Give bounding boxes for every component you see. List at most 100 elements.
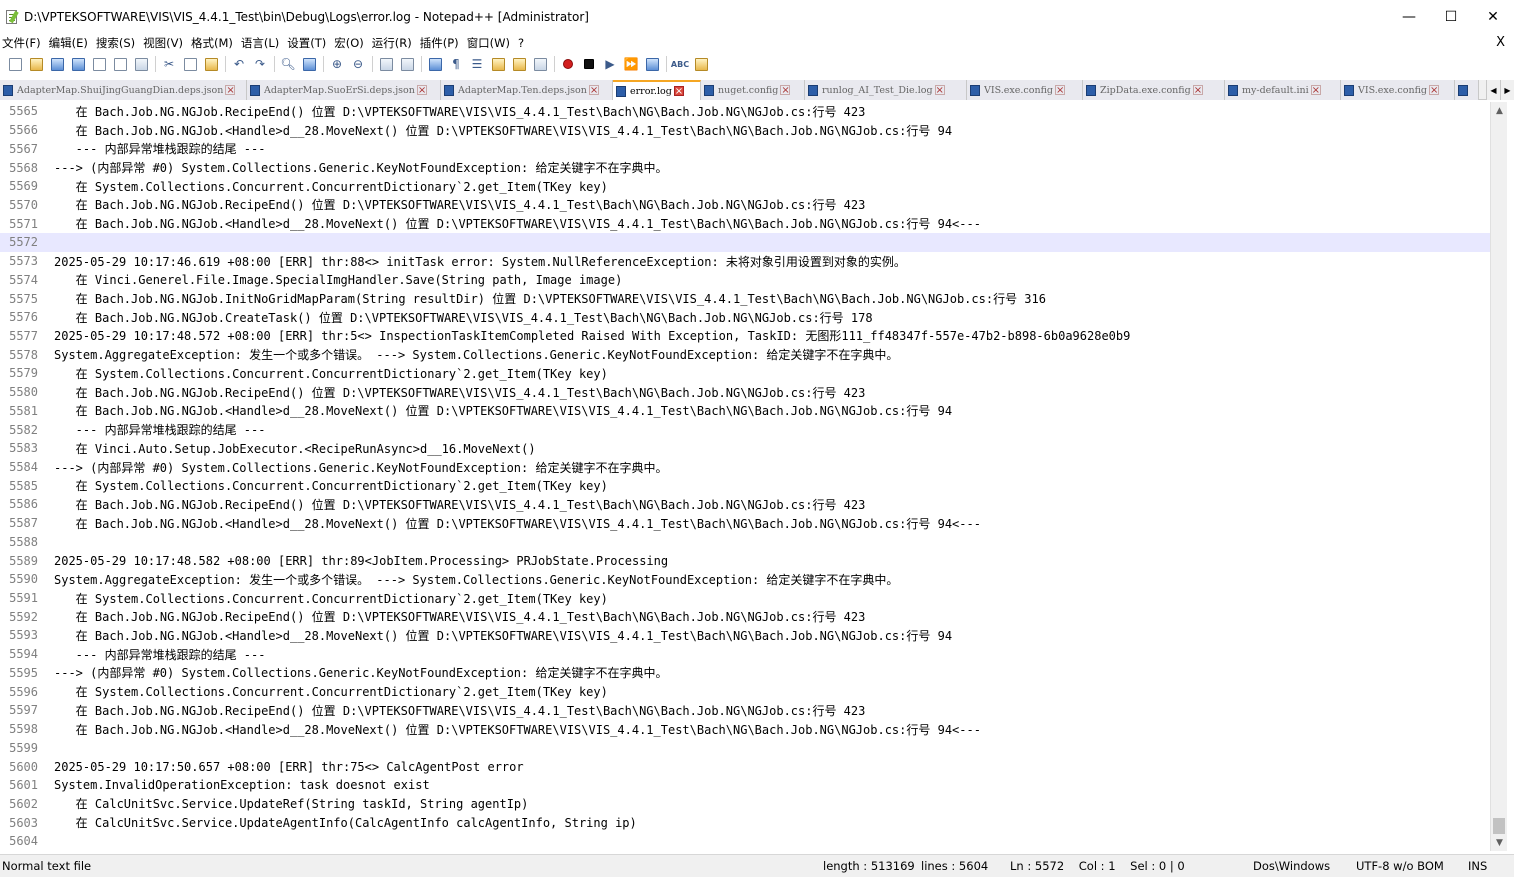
spell-options-icon[interactable] <box>692 55 710 73</box>
tab-error-log[interactable]: error.log × <box>613 80 701 100</box>
line-text[interactable]: 在 Bach.Job.NG.NGJob.<Handle>d__28.MoveNe… <box>54 721 981 738</box>
close-icon[interactable] <box>90 55 108 73</box>
tab-nuget-config[interactable]: nuget.config × <box>701 80 805 100</box>
editor-line[interactable]: 5572 <box>0 233 1494 252</box>
editor-line[interactable]: 5589 2025-05-29 10:17:48.582 +08:00 [ERR]… <box>0 551 1494 570</box>
tab-vis-exe-config-2[interactable]: VIS.exe.config × <box>1341 80 1455 100</box>
editor-line[interactable]: 5595 ---> (内部异常 #0) System.Collections.Ge… <box>0 664 1494 683</box>
spell-check-icon[interactable]: ABC <box>671 55 689 73</box>
scroll-down-icon[interactable]: ▼ <box>1491 834 1508 851</box>
editor-line[interactable]: 5573 2025-05-29 10:17:46.619 +08:00 [ERR]… <box>0 252 1494 271</box>
folder-as-workspace-icon[interactable] <box>489 55 507 73</box>
editor-line[interactable]: 5580 在 Bach.Job.NG.NGJob.RecipeEnd() 位置 … <box>0 383 1494 402</box>
tab-vis-exe-config[interactable]: VIS.exe.config × <box>967 80 1083 100</box>
line-text[interactable]: 2025-05-29 10:17:46.619 +08:00 [ERR] thr… <box>54 253 906 270</box>
minimize-button[interactable]: — <box>1388 0 1430 34</box>
editor-line[interactable]: 5598 在 Bach.Job.NG.NGJob.<Handle>d__28.M… <box>0 720 1494 739</box>
line-text[interactable]: --- 内部异常堆栈跟踪的结尾 --- <box>54 140 266 157</box>
menu-language[interactable]: 语言(L) <box>239 35 285 51</box>
status-insert-mode[interactable]: INS <box>1468 859 1487 873</box>
save-macro-icon[interactable] <box>643 55 661 73</box>
zoom-out-icon[interactable]: ⊖ <box>349 55 367 73</box>
line-text[interactable]: 在 Bach.Job.NG.NGJob.<Handle>d__28.MoveNe… <box>54 402 952 419</box>
editor-line[interactable]: 5582 --- 内部异常堆栈跟踪的结尾 --- <box>0 420 1494 439</box>
line-text[interactable]: 在 Bach.Job.NG.NGJob.RecipeEnd() 位置 D:\VP… <box>54 496 866 513</box>
undo-icon[interactable]: ↶ <box>230 55 248 73</box>
record-macro-icon[interactable] <box>559 55 577 73</box>
find-icon[interactable]: 🔍︎ <box>279 55 297 73</box>
editor-line[interactable]: 5601 System.InvalidOperationException: ta… <box>0 776 1494 795</box>
paste-icon[interactable] <box>202 55 220 73</box>
menu-edit[interactable]: 编辑(E) <box>47 35 94 51</box>
tab-adaptermap-shuijingguangdian[interactable]: AdapterMap.ShuiJingGuangDian.deps.json × <box>0 80 247 100</box>
line-text[interactable]: 在 Bach.Job.NG.NGJob.RecipeEnd() 位置 D:\VP… <box>54 196 866 213</box>
editor-line[interactable]: 5567 --- 内部异常堆栈跟踪的结尾 --- <box>0 139 1494 158</box>
line-text[interactable]: --- 内部异常堆栈跟踪的结尾 --- <box>54 646 266 663</box>
status-encoding[interactable]: UTF-8 w/o BOM <box>1356 859 1444 873</box>
editor-line[interactable]: 5583 在 Vinci.Auto.Setup.JobExecutor.<Rec… <box>0 439 1494 458</box>
tab-overflow[interactable] <box>1455 80 1479 100</box>
line-text[interactable]: 在 Bach.Job.NG.NGJob.RecipeEnd() 位置 D:\VP… <box>54 384 866 401</box>
line-text[interactable]: ---> (内部异常 #0) System.Collections.Generi… <box>54 459 667 476</box>
tab-close-icon[interactable]: × <box>416 85 427 96</box>
tab-close-icon[interactable]: × <box>1310 85 1321 96</box>
editor-line[interactable]: 5596 在 System.Collections.Concurrent.Con… <box>0 682 1494 701</box>
function-list-icon[interactable] <box>510 55 528 73</box>
menu-window[interactable]: 窗口(W) <box>465 35 516 51</box>
line-text[interactable]: 在 Bach.Job.NG.NGJob.InitNoGridMapParam(S… <box>54 290 1046 307</box>
line-text[interactable]: 在 Bach.Job.NG.NGJob.CreateTask() 位置 D:\V… <box>54 309 873 326</box>
indent-guide-icon[interactable]: ☰ <box>468 55 486 73</box>
new-file-icon[interactable] <box>6 55 24 73</box>
tab-adaptermap-ten[interactable]: AdapterMap.Ten.deps.json × <box>441 80 613 100</box>
editor-line[interactable]: 5603 在 CalcUnitSvc.Service.UpdateAgentIn… <box>0 813 1494 832</box>
tab-close-icon[interactable]: × <box>673 86 684 97</box>
print-icon[interactable] <box>132 55 150 73</box>
scrollbar-thumb[interactable] <box>1493 818 1505 834</box>
status-eol[interactable]: Dos\Windows <box>1253 859 1330 873</box>
editor-line[interactable]: 5569 在 System.Collections.Concurrent.Con… <box>0 177 1494 196</box>
maximize-button[interactable]: ☐ <box>1430 0 1472 34</box>
editor-line[interactable]: 5577 2025-05-29 10:17:48.572 +08:00 [ERR]… <box>0 327 1494 346</box>
word-wrap-icon[interactable] <box>426 55 444 73</box>
close-window-button[interactable]: ✕ <box>1472 0 1514 34</box>
line-text[interactable]: 2025-05-29 10:17:48.582 +08:00 [ERR] thr… <box>54 554 668 568</box>
sync-vertical-icon[interactable] <box>377 55 395 73</box>
vertical-scrollbar[interactable]: ▲ ▼ <box>1490 102 1507 851</box>
play-multiple-icon[interactable]: ⏩ <box>622 55 640 73</box>
editor-line[interactable]: 5588 <box>0 533 1494 552</box>
save-all-icon[interactable] <box>69 55 87 73</box>
line-text[interactable]: ---> (内部异常 #0) System.Collections.Generi… <box>54 664 667 681</box>
scroll-up-icon[interactable]: ▲ <box>1491 102 1508 119</box>
editor-line[interactable]: 5585 在 System.Collections.Concurrent.Con… <box>0 476 1494 495</box>
line-text[interactable]: 2025-05-29 10:17:48.572 +08:00 [ERR] thr… <box>54 327 1130 344</box>
copy-icon[interactable] <box>181 55 199 73</box>
tab-zipdata-exe-config[interactable]: ZipData.exe.config × <box>1083 80 1225 100</box>
open-file-icon[interactable] <box>27 55 45 73</box>
editor-line[interactable]: 5584 ---> (内部异常 #0) System.Collections.Ge… <box>0 458 1494 477</box>
editor-line[interactable]: 5590 System.AggregateException: 发生一个或多个错误… <box>0 570 1494 589</box>
stop-record-icon[interactable] <box>580 55 598 73</box>
editor-line[interactable]: 5578 System.AggregateException: 发生一个或多个错误… <box>0 345 1494 364</box>
tab-close-icon[interactable]: × <box>780 85 791 96</box>
editor-line[interactable]: 5579 在 System.Collections.Concurrent.Con… <box>0 364 1494 383</box>
tab-close-icon[interactable]: × <box>1192 85 1203 96</box>
menu-file[interactable]: 文件(F) <box>0 35 47 51</box>
menu-settings[interactable]: 设置(T) <box>285 35 332 51</box>
menu-view[interactable]: 视图(V) <box>141 35 189 51</box>
line-text[interactable]: 在 Bach.Job.NG.NGJob.<Handle>d__28.MoveNe… <box>54 515 981 532</box>
line-text[interactable]: 在 Vinci.Auto.Setup.JobExecutor.<RecipeRu… <box>54 440 536 457</box>
tab-my-default-ini[interactable]: my-default.ini × <box>1225 80 1341 100</box>
cut-icon[interactable]: ✂ <box>160 55 178 73</box>
tab-close-icon[interactable]: × <box>225 85 236 96</box>
editor-line[interactable]: 5586 在 Bach.Job.NG.NGJob.RecipeEnd() 位置 … <box>0 495 1494 514</box>
editor-line[interactable]: 5597 在 Bach.Job.NG.NGJob.RecipeEnd() 位置 … <box>0 701 1494 720</box>
line-text[interactable]: 在 CalcUnitSvc.Service.UpdateAgentInfo(Ca… <box>54 814 637 831</box>
editor-line[interactable]: 5592 在 Bach.Job.NG.NGJob.RecipeEnd() 位置 … <box>0 607 1494 626</box>
line-text[interactable]: 在 System.Collections.Concurrent.Concurre… <box>54 477 608 494</box>
redo-icon[interactable]: ↷ <box>251 55 269 73</box>
editor-line[interactable]: 5575 在 Bach.Job.NG.NGJob.InitNoGridMapPa… <box>0 289 1494 308</box>
line-text[interactable]: 在 Bach.Job.NG.NGJob.RecipeEnd() 位置 D:\VP… <box>54 103 866 120</box>
line-text[interactable]: --- 内部异常堆栈跟踪的结尾 --- <box>54 421 266 438</box>
sync-horizontal-icon[interactable] <box>398 55 416 73</box>
tab-scroll-right-icon[interactable]: ▶ <box>1500 80 1514 100</box>
